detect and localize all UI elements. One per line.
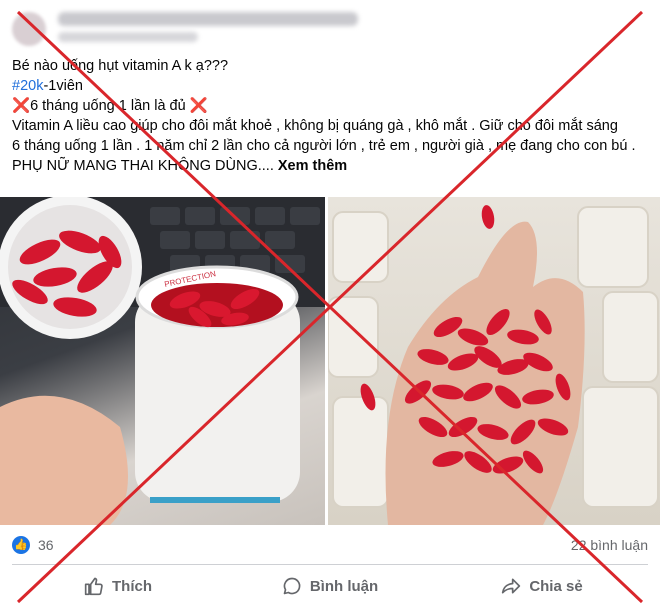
reaction-stats: 👍 36 22 bình luận <box>12 530 648 560</box>
post-photos: PROTECTION <box>0 197 660 525</box>
post-line-dosage: ❌6 tháng uống 1 lần là đủ ❌ <box>12 96 648 116</box>
divider <box>12 564 648 565</box>
share-label: Chia sẻ <box>529 577 583 595</box>
photo-bottle-capsules[interactable]: PROTECTION <box>0 197 325 525</box>
red-x-icon: ❌ <box>189 98 208 114</box>
post-line-price: #20k-1viên <box>12 76 648 96</box>
like-count[interactable]: 36 <box>38 537 54 553</box>
post-line-usage: 6 tháng uống 1 lần . 1 năm chỉ 2 lần cho… <box>12 136 648 176</box>
post-time-blurred[interactable] <box>58 32 198 42</box>
like-label: Thích <box>112 577 152 595</box>
like-reaction-icon[interactable]: 👍 <box>12 536 30 554</box>
price-suffix: -1viên <box>43 78 83 94</box>
hand-capsules-illustration <box>328 205 659 525</box>
comment-bubble-icon <box>283 577 301 595</box>
post-line-question: Bé nào uống hụt vitamin A k ạ??? <box>12 58 229 74</box>
share-button[interactable]: Chia sẻ <box>436 568 648 604</box>
avatar[interactable] <box>12 12 46 46</box>
action-bar: Thích Bình luận Chia sẻ <box>12 568 648 604</box>
post-line-benefits: Vitamin A liều cao giúp cho đôi mắt khoẻ… <box>12 118 618 134</box>
thumbs-up-icon <box>84 577 103 596</box>
share-arrow-icon <box>502 578 521 594</box>
like-button[interactable]: Thích <box>12 568 224 604</box>
see-more-link[interactable]: Xem thêm <box>278 158 347 174</box>
comment-label: Bình luận <box>309 577 379 595</box>
photo-hand-capsules[interactable] <box>328 197 660 525</box>
capsule-bottle-illustration: PROTECTION <box>0 197 325 525</box>
comment-count[interactable]: 22 bình luận <box>571 537 648 553</box>
comment-button[interactable]: Bình luận <box>224 568 436 604</box>
hashtag-link[interactable]: #20k <box>12 78 43 94</box>
author-name-blurred[interactable] <box>58 12 358 26</box>
post-header <box>0 0 660 54</box>
dosage-text: 6 tháng uống 1 lần là đủ <box>30 98 190 114</box>
post-text: Bé nào uống hụt vitamin A k ạ??? #20k-1v… <box>12 56 648 176</box>
red-x-icon: ❌ <box>12 98 31 114</box>
